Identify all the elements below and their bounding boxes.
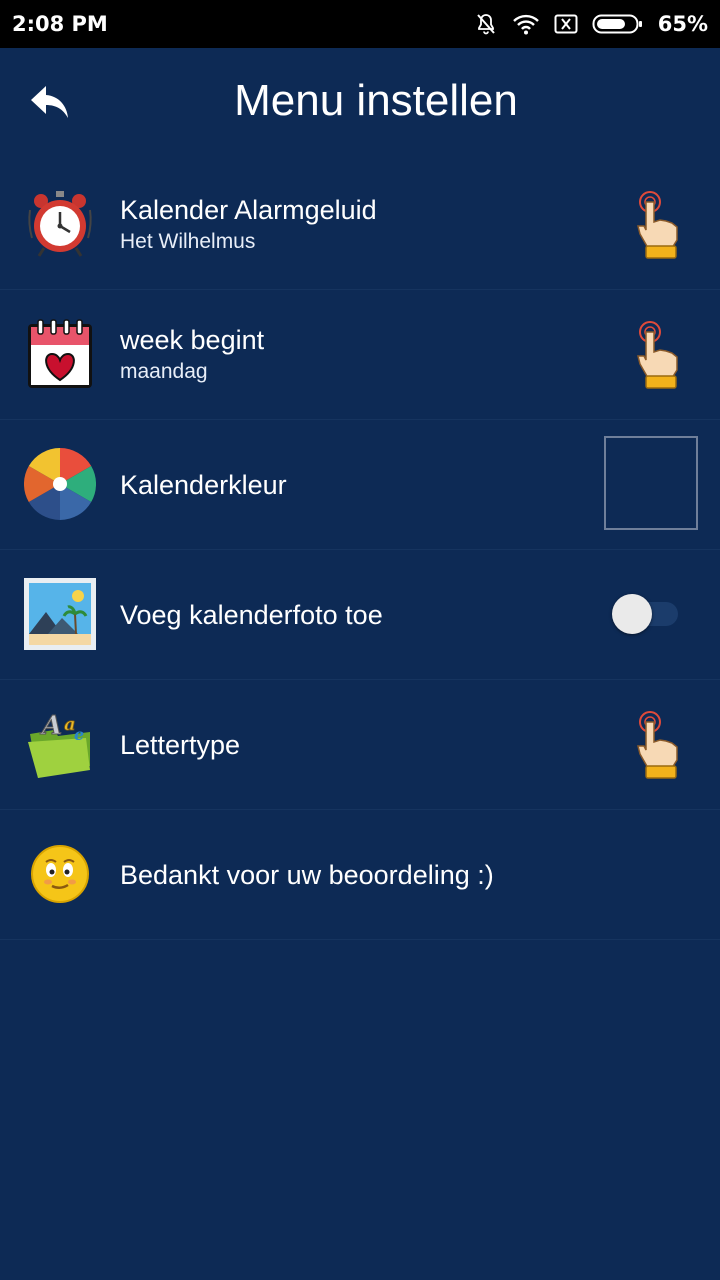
svg-text:e: e [74, 725, 84, 744]
sim-x-icon [554, 14, 578, 34]
settings-list: Kalender Alarmgeluid Het Wilhelmus week … [0, 160, 720, 940]
alarm-sound-title: Kalender Alarmgeluid [120, 194, 377, 225]
tap-hand-icon[interactable] [632, 190, 684, 260]
battery-percent: 65% [657, 12, 708, 36]
tap-hand-icon[interactable] [632, 710, 684, 780]
status-bar: 2:08 PM 65% [0, 0, 720, 48]
calendar-color-row[interactable]: Kalenderkleur [0, 420, 720, 550]
font-texts: Lettertype [120, 680, 240, 809]
font-title: Lettertype [120, 729, 241, 760]
calendar-color-title: Kalenderkleur [120, 469, 287, 500]
alarm-sound-value: Het Wilhelmus [120, 229, 256, 253]
color-wheel-icon [23, 448, 97, 520]
color-swatch[interactable] [604, 436, 698, 530]
photo-icon [24, 578, 96, 650]
calendar-photo-title: Voeg kalenderfoto toe [120, 599, 383, 630]
calendar-photo-toggle[interactable] [612, 594, 680, 634]
page-title: Menu instellen [234, 76, 518, 125]
alarm-clock-icon [24, 188, 96, 260]
font-row[interactable]: A a e Lettertype [0, 680, 720, 810]
font-folder-icon: A a e [24, 708, 96, 780]
notifications-off-icon [474, 12, 498, 36]
rating-row[interactable]: Bedankt voor uw beoordeling :) [0, 810, 720, 940]
battery-icon [592, 13, 644, 35]
week-start-texts: week begint maandag [120, 290, 264, 419]
status-icons: 65% [474, 12, 708, 36]
rating-title: Bedankt voor uw beoordeling :) [120, 859, 494, 890]
wifi-icon [512, 13, 540, 35]
tap-hand-icon[interactable] [632, 320, 684, 390]
calendar-heart-icon [24, 318, 96, 390]
app-header: Menu instellen [0, 48, 720, 162]
week-start-row[interactable]: week begint maandag [0, 290, 720, 420]
week-start-value: maandag [120, 359, 208, 383]
calendar-photo-row[interactable]: Voeg kalenderfoto toe [0, 550, 720, 680]
alarm-sound-row[interactable]: Kalender Alarmgeluid Het Wilhelmus [0, 160, 720, 290]
status-time: 2:08 PM [12, 12, 108, 36]
calendar-color-texts: Kalenderkleur [120, 420, 287, 549]
svg-text:A: A [39, 711, 62, 741]
alarm-sound-texts: Kalender Alarmgeluid Het Wilhelmus [120, 160, 377, 289]
smiley-icon [24, 838, 96, 910]
calendar-photo-texts: Voeg kalenderfoto toe [120, 550, 383, 679]
rating-texts: Bedankt voor uw beoordeling :) [120, 810, 494, 939]
toggle-knob [612, 594, 652, 634]
week-start-title: week begint [120, 324, 265, 355]
